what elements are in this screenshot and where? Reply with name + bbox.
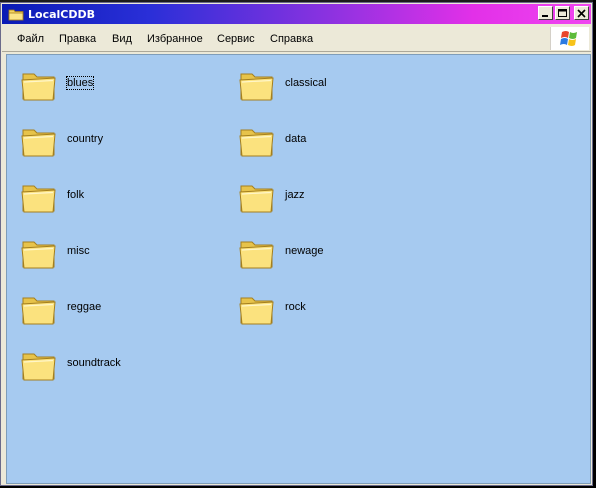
menu-view[interactable]: Вид	[112, 33, 132, 45]
close-button[interactable]	[574, 6, 589, 20]
folder-icon	[21, 73, 56, 101]
folder-item-reggae[interactable]: reggae	[20, 287, 220, 335]
folder-item-country[interactable]: country	[20, 119, 220, 167]
folder-item-newage[interactable]: newage	[238, 231, 438, 279]
folder-icon	[21, 353, 56, 381]
menu-help[interactable]: Справка	[270, 33, 313, 45]
folder-label: country	[67, 133, 104, 145]
menu-file[interactable]: Файл	[17, 33, 44, 45]
folder-item-folk[interactable]: folk	[20, 175, 220, 223]
menu-tools[interactable]: Сервис	[217, 33, 255, 45]
folder-icon	[239, 73, 274, 101]
folder-label: soundtrack	[67, 357, 121, 369]
menu-favorites[interactable]: Избранное	[147, 33, 203, 45]
folder-label: classical	[285, 77, 327, 89]
folder-label: folk	[67, 189, 85, 201]
windows-logo	[550, 27, 589, 50]
folder-label: jazz	[285, 189, 305, 201]
folder-icon	[239, 129, 274, 157]
folder-icon	[21, 297, 56, 325]
folder-icon	[239, 297, 274, 325]
folder-item-rock[interactable]: rock	[238, 287, 438, 335]
folder-icon	[21, 129, 56, 157]
folder-icon	[21, 185, 56, 213]
folder-icon	[239, 185, 274, 213]
folder-view[interactable]: blues classical country data folk jazz m…	[6, 54, 591, 484]
folder-item-classical[interactable]: classical	[238, 63, 438, 111]
folder-icon	[8, 9, 24, 21]
folder-item-soundtrack[interactable]: soundtrack	[20, 343, 220, 391]
folder-icon	[239, 241, 274, 269]
menu-edit[interactable]: Правка	[59, 33, 96, 45]
folder-label: misc	[67, 245, 90, 257]
folder-icon	[21, 241, 56, 269]
folder-label: reggae	[67, 301, 102, 313]
maximize-icon	[558, 8, 567, 17]
folder-item-data[interactable]: data	[238, 119, 438, 167]
windows-flag-icon	[560, 31, 577, 46]
minimize-icon	[542, 14, 548, 17]
menu-bar: Файл Правка Вид Избранное Сервис Справка	[2, 25, 591, 52]
folder-item-jazz[interactable]: jazz	[238, 175, 438, 223]
folder-label: blues	[65, 76, 95, 90]
folder-label: newage	[285, 245, 324, 257]
folder-label: data	[285, 133, 307, 145]
folder-item-misc[interactable]: misc	[20, 231, 220, 279]
minimize-button[interactable]	[538, 6, 553, 20]
window-title: LocalCDDB	[28, 7, 95, 21]
close-icon	[577, 8, 586, 18]
title-bar[interactable]: LocalCDDB	[2, 4, 591, 24]
folder-item-blues[interactable]: blues	[20, 63, 220, 111]
explorer-window: LocalCDDB Файл Правка Вид Избранное Серв…	[0, 2, 593, 486]
folder-label: rock	[285, 301, 306, 313]
maximize-button[interactable]	[555, 6, 570, 20]
